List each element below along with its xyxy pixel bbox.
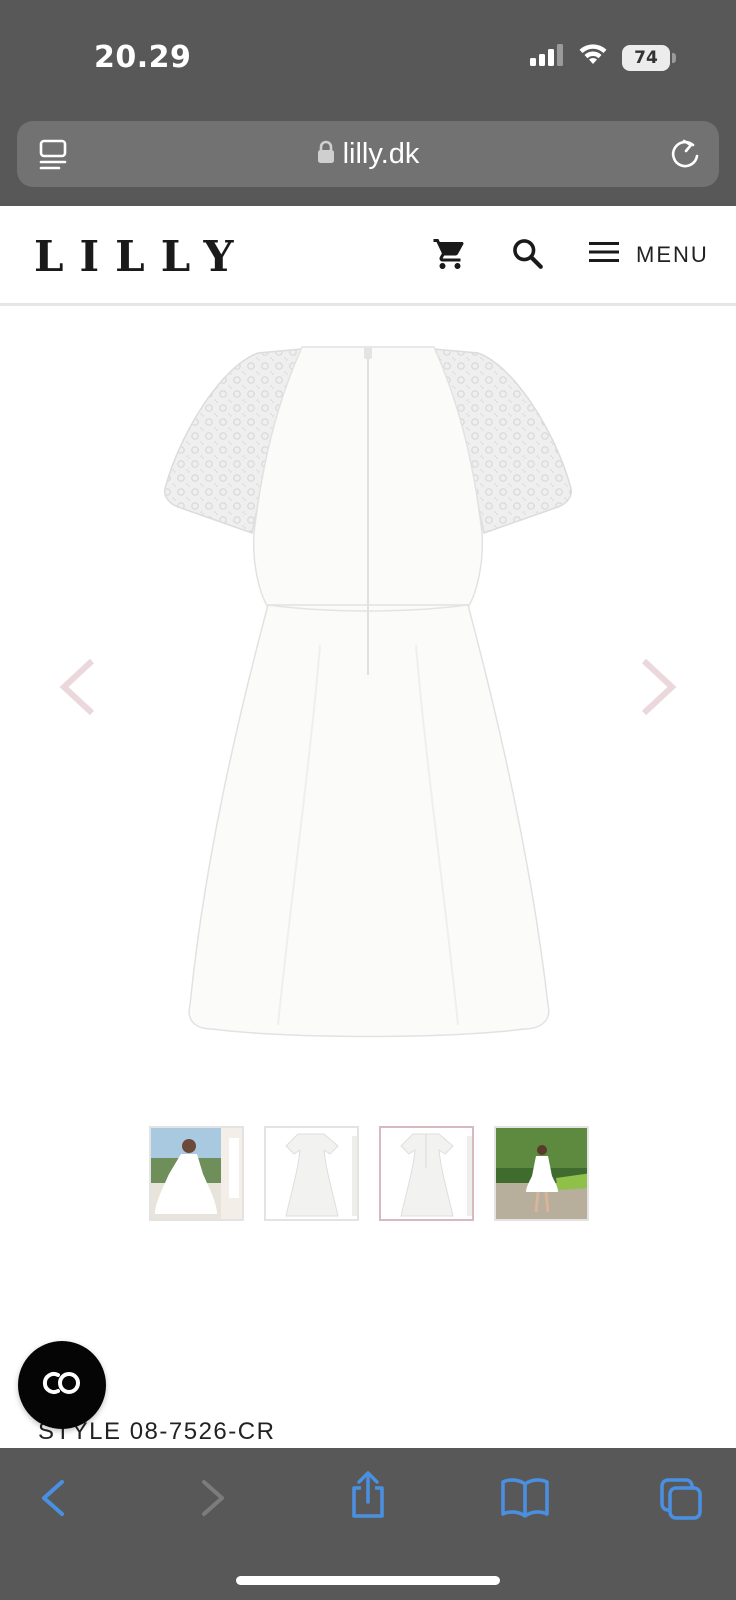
bookmarks-icon[interactable]: [500, 1476, 550, 1525]
status-time: 20.29: [94, 40, 192, 75]
thumbnail-strip: [149, 1126, 589, 1221]
thumbnail-model-outdoor[interactable]: [494, 1126, 589, 1221]
lock-icon: [317, 140, 335, 169]
signal-icon: [530, 44, 564, 71]
reload-icon[interactable]: [669, 137, 701, 176]
status-icons: 74: [530, 44, 676, 71]
url-display[interactable]: lilly.dk: [17, 138, 719, 171]
carousel-next-button[interactable]: [640, 657, 678, 722]
wifi-icon: [578, 44, 608, 71]
search-icon[interactable]: [510, 236, 546, 277]
product-image[interactable]: [160, 345, 576, 1050]
menu-label: MENU: [636, 241, 709, 267]
menu-button[interactable]: MENU: [588, 240, 709, 269]
product-gallery[interactable]: [0, 309, 736, 1089]
chat-icon: [39, 1370, 85, 1401]
thumbnail-model-front[interactable]: [149, 1126, 244, 1221]
tabs-icon[interactable]: [658, 1476, 704, 1527]
thumbnail-dress-back[interactable]: [379, 1126, 474, 1221]
share-icon[interactable]: [348, 1470, 388, 1525]
battery-icon: 74: [622, 44, 676, 71]
back-icon[interactable]: [38, 1476, 68, 1525]
thumbnail-dress-front[interactable]: [264, 1126, 359, 1221]
chat-button[interactable]: [18, 1341, 106, 1429]
hamburger-icon: [588, 240, 620, 269]
battery-level: 74: [634, 47, 658, 68]
url-text: lilly.dk: [342, 138, 420, 170]
home-indicator: [236, 1576, 500, 1585]
site-header: LILLY MENU: [0, 206, 736, 306]
forward-icon[interactable]: [198, 1476, 228, 1525]
site-logo[interactable]: LILLY: [34, 232, 250, 281]
cart-icon[interactable]: [432, 236, 468, 277]
address-bar[interactable]: lilly.dk: [17, 121, 719, 187]
browser-top-chrome: 20.29 74 lilly.dk: [0, 0, 736, 206]
carousel-prev-button[interactable]: [58, 657, 96, 722]
